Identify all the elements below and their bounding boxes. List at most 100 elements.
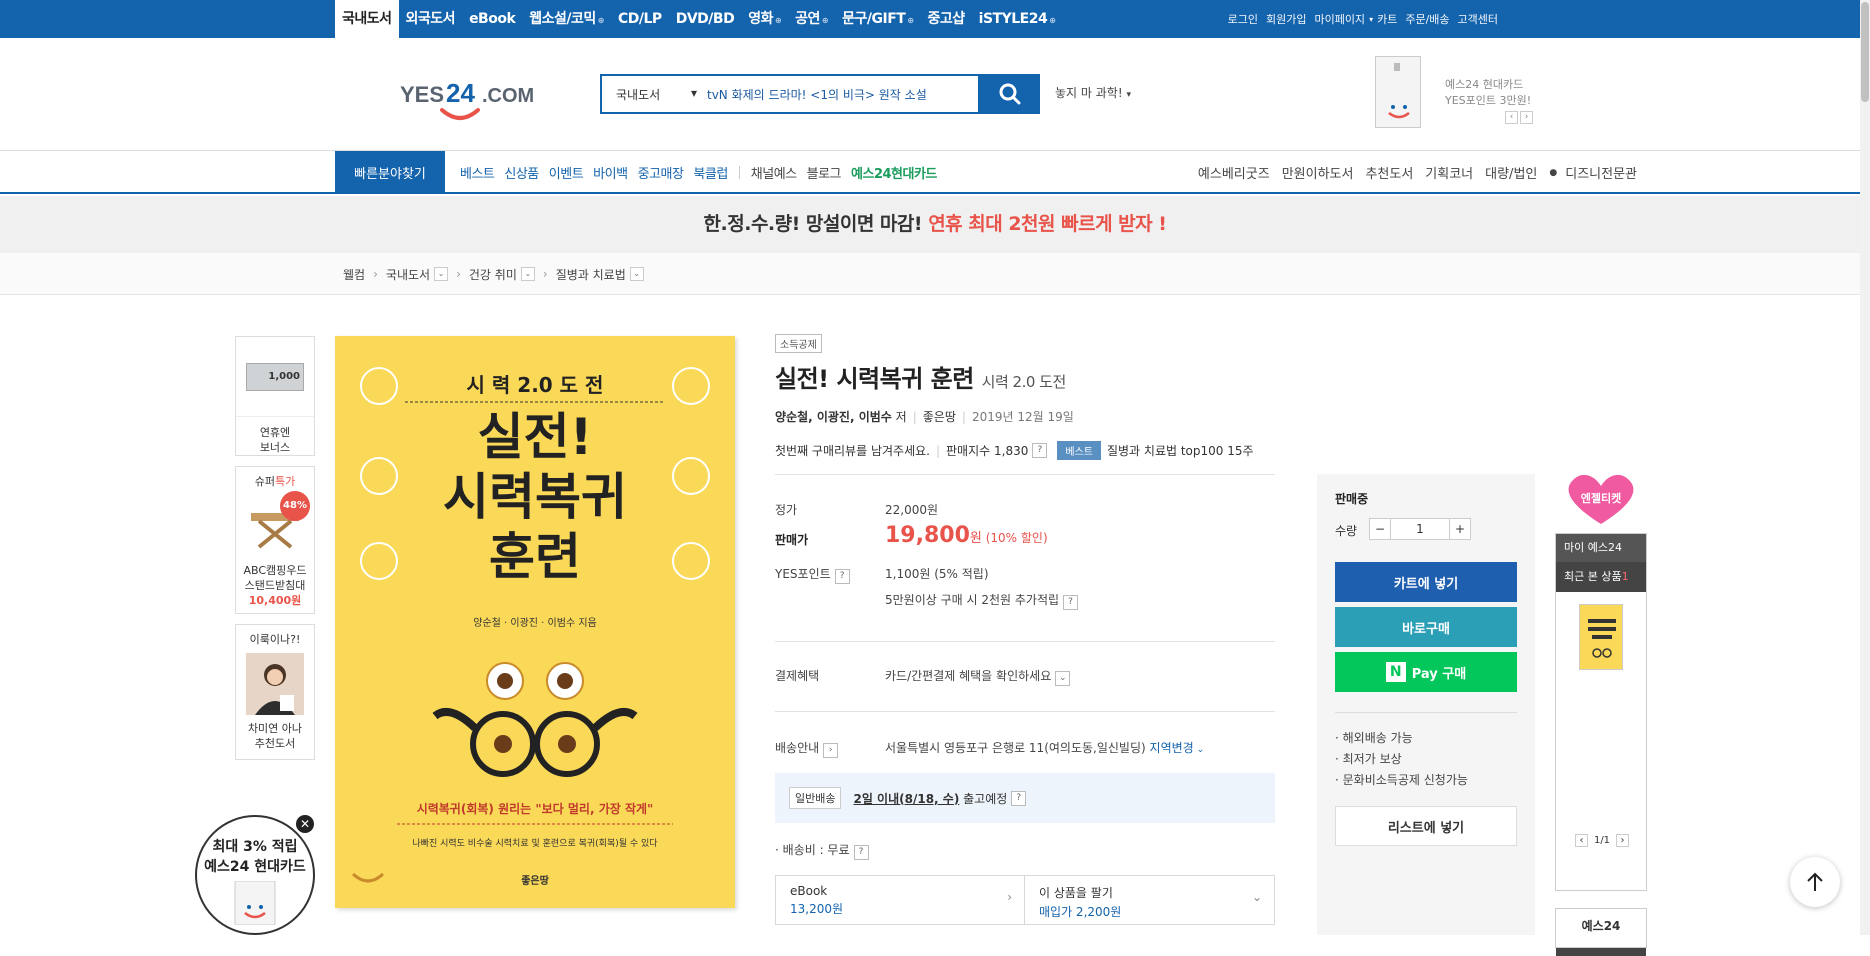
minus-icon[interactable]: − [1369, 518, 1391, 540]
shipping-info: 일반배송 2일 이내(8/18, 수) 출고예정? [775, 773, 1275, 823]
help-icon[interactable]: ? [1063, 595, 1079, 610]
breadcrumb-separator: › [542, 267, 548, 281]
yes24-side-banner[interactable]: 예스24 [1555, 908, 1647, 948]
change-region-link[interactable]: 지역변경 [1150, 741, 1194, 755]
main-nav-right-item[interactable]: 만원이하도서 [1276, 163, 1360, 182]
benefit-text[interactable]: 문화비소득공제 신청가능 [1343, 773, 1468, 787]
close-icon[interactable]: ✕ [296, 815, 314, 833]
main-nav-item[interactable]: 베스트 [455, 163, 499, 182]
main-nav-right-item[interactable]: 추천도서 [1359, 163, 1419, 182]
prev-arrow-icon[interactable]: ‹ [1574, 834, 1588, 847]
top-nav-item[interactable]: eBook [462, 0, 522, 38]
chevron-down-icon[interactable]: ⌄ [1055, 671, 1071, 686]
next-arrow-icon[interactable]: › [1616, 834, 1630, 847]
page-scrollbar[interactable] [1860, 0, 1870, 935]
top-nav-item[interactable]: CD/LP [611, 0, 669, 38]
promo-banner[interactable]: 한.정.수.량! 망설이면 마감! 연휴 최대 2천원 빠르게 받자 ! [0, 196, 1870, 253]
top-util-link[interactable]: 카트 [1373, 11, 1401, 27]
breadcrumb-item[interactable]: 건강 취미 [469, 266, 517, 283]
top-nav-item[interactable]: 중고샵 [921, 0, 972, 38]
my-yes24-link[interactable]: 마이 예스24 [1556, 534, 1646, 562]
book-cover-image[interactable]: 시 력 2.0 도 전 실전! 시력복귀 훈련 양순철 · 이광진 · 이범수 … [335, 336, 735, 908]
breadcrumb: 웰컴 › 국내도서 ⌄ › 건강 취미 ⌄ › 질병과 치료법 ⌄ [0, 253, 1870, 295]
main-nav-item[interactable]: 이벤트 [544, 163, 588, 182]
arrow-right-icon[interactable]: › [823, 743, 839, 758]
top-nav-item[interactable]: 외국도서 [399, 0, 463, 38]
hyundai-card-link[interactable]: 예스24현대카드 [846, 163, 942, 182]
top-util-link[interactable]: 고객센터 [1454, 11, 1502, 27]
plus-icon[interactable]: + [1449, 518, 1471, 540]
breadcrumb-separator: › [373, 267, 378, 281]
card-promo-circle[interactable]: 최대 3% 적립 예스24 현대카드 [195, 815, 315, 935]
help-icon[interactable]: ? [1011, 790, 1027, 806]
main-nav-item[interactable]: 북클럽 [688, 163, 732, 182]
breadcrumb-item[interactable]: 웰컴 [343, 266, 365, 283]
ebook-option[interactable]: eBook 13,200원 › [775, 875, 1025, 925]
top-nav-item[interactable]: 웹소설/코믹 ⊕ [522, 0, 611, 38]
payment-benefit[interactable]: 카드/간편결제 혜택을 확인하세요 ⌄ [885, 667, 1071, 686]
benefit-text[interactable]: 최저가 보상 [1343, 752, 1402, 766]
top-nav-item[interactable]: 국내도서 [335, 0, 399, 38]
top-nav-item[interactable]: 영화 ⊕ [741, 0, 788, 38]
publisher-link[interactable]: 좋은땅 [923, 410, 956, 424]
buy-now-button[interactable]: 바로구매 [1335, 607, 1517, 647]
angel-ticket-heart[interactable]: 엔젤티켓 [1559, 470, 1643, 526]
card-ad-banner[interactable]: 예스24 현대카드 YES포인트 3만원! ‹ › [1375, 56, 1535, 136]
main-nav-right-item[interactable]: 대량/법인 [1479, 163, 1543, 182]
best-rank-link[interactable]: 질병과 치료법 top100 15주 [1107, 442, 1254, 459]
cover-title-line: 실전! [478, 408, 593, 466]
bonus-ad[interactable]: 1,000 연휴엔 보너스 [235, 336, 315, 456]
ship-time[interactable]: 2일 이내(8/18, 수) [853, 790, 959, 807]
delivery-address-group: 서울특별시 영등포구 은행로 11(여의도동,일신빌딩) 지역변경 ⌄ [885, 739, 1204, 756]
chevron-down-icon[interactable]: ⌄ [520, 267, 535, 281]
main-nav-item[interactable]: 중고매장 [633, 163, 689, 182]
yes24-logo[interactable]: YES 24 .COM [400, 68, 540, 128]
add-to-cart-button[interactable]: 카트에 넣기 [1335, 562, 1517, 602]
sale-price-unit: 원 [969, 531, 982, 546]
top-nav-item[interactable]: DVD/BD [669, 0, 741, 38]
help-icon[interactable]: ? [834, 569, 850, 584]
main-nav-right-item[interactable]: 디즈니전문관 [1559, 163, 1643, 182]
top-nav-item[interactable]: 공연 ⊕ [788, 0, 835, 38]
help-icon[interactable]: ? [853, 845, 869, 860]
top-nav-item[interactable]: 문구/GIFT ⊕ [835, 0, 920, 38]
super-deal-ad[interactable]: 슈퍼특가 48% ABC캠핑우드 스탠드받침대 10,400원 [235, 466, 315, 614]
help-icon[interactable]: ? [1032, 443, 1048, 458]
search-button[interactable] [980, 74, 1040, 114]
main-nav-right-item[interactable]: 예스베리굿즈 [1192, 163, 1276, 182]
breadcrumb-item[interactable]: 국내도서 [386, 266, 430, 283]
main-nav-item[interactable]: 채널예스 [746, 163, 802, 182]
divider [738, 166, 740, 179]
top-util-link[interactable]: 로그인 [1224, 11, 1262, 27]
top-util-link[interactable]: 주문/배송 [1401, 11, 1453, 27]
main-nav-item[interactable]: 신상품 [499, 163, 543, 182]
prev-arrow-icon[interactable]: ‹ [1505, 111, 1518, 124]
search-category-select[interactable]: 국내도서 ▾ [602, 86, 707, 103]
add-to-wishlist-button[interactable]: 리스트에 넣기 [1335, 806, 1517, 846]
top-util-link[interactable]: 회원가입 [1262, 11, 1310, 27]
top-util-link[interactable]: 마이페이지 [1310, 11, 1369, 27]
keyword-rolling[interactable]: 놓지 마 과학! ▾ [1055, 84, 1131, 101]
scroll-to-top-button[interactable] [1790, 857, 1840, 907]
main-nav-item[interactable]: 블로그 [802, 163, 846, 182]
main-nav-right-item[interactable]: 기획코너 [1419, 163, 1479, 182]
main-nav-item[interactable]: 바이백 [588, 163, 632, 182]
chevron-down-icon[interactable]: ⌄ [434, 267, 449, 281]
quantity-input[interactable]: 1 [1391, 518, 1449, 540]
price-area: 정가 22,000원 판매가 19,800원 (10% 할인) YES포인트? … [775, 474, 1275, 935]
author-link[interactable]: 양순철, 이광진, 이범수 [775, 410, 892, 424]
search-input[interactable]: tvN 화제의 드라마! <1의 비극> 원작 소설 [707, 86, 978, 103]
top-nav-item[interactable]: iSTYLE24 ⊕ [972, 0, 1063, 38]
review-prompt-link[interactable]: 첫번째 구매리뷰를 남겨주세요. [775, 442, 930, 459]
scrollbar-thumb[interactable] [1861, 2, 1869, 102]
chevron-down-icon[interactable]: ⌄ [629, 267, 644, 281]
top-nav-label: DVD/BD [675, 11, 735, 27]
benefit-text[interactable]: 해외배송 가능 [1343, 731, 1413, 745]
recent-item-thumbnail[interactable] [1579, 604, 1623, 670]
next-arrow-icon[interactable]: › [1520, 111, 1533, 124]
naver-pay-button[interactable]: N Pay 구매 [1335, 652, 1517, 692]
sell-item-option[interactable]: 이 상품을 팔기 매입가 2,200원 ⌄ [1024, 875, 1275, 925]
recommend-ad[interactable]: 이룩이나?! 차미연 아나 추천도서 [235, 624, 315, 760]
quick-category-button[interactable]: 빠른분야찾기 [335, 151, 445, 194]
breadcrumb-item[interactable]: 질병과 치료법 [556, 266, 626, 283]
